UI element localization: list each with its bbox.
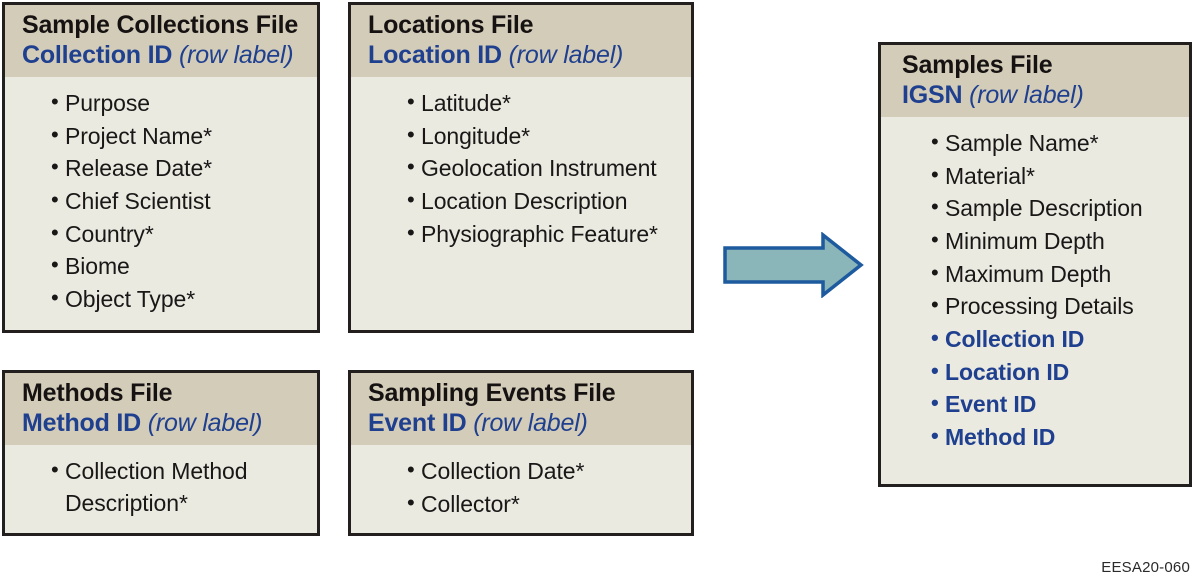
file-box-rowlabel: (row label) [473, 408, 588, 437]
field-list: Collection Date* Collector* [359, 454, 683, 521]
file-box-title: Samples File [902, 51, 1053, 79]
file-box-sampling-events: Sampling Events File Event ID (row label… [348, 370, 694, 536]
file-box-key: Collection ID [22, 40, 173, 69]
file-box-rowlabel: (row label) [969, 80, 1084, 109]
field-item-foreign-key: Location ID [931, 355, 1181, 389]
file-box-subtitle: Method ID (row label) [22, 409, 317, 439]
field-item: Latitude* [407, 86, 683, 120]
field-item: Collection Date* [407, 454, 683, 488]
field-list: Purpose Project Name* Release Date* Chie… [13, 86, 309, 316]
file-box-key: IGSN [902, 80, 963, 109]
field-item: Chief Scientist [51, 184, 309, 218]
field-list: Latitude* Longitude* Geolocation Instrum… [359, 86, 683, 251]
file-box-title: Methods File [22, 379, 173, 407]
field-item: Release Date* [51, 151, 309, 185]
file-box-title: Sample Collections File [22, 11, 299, 39]
field-item: Geolocation Instrument [407, 151, 683, 185]
field-item: Purpose [51, 86, 309, 120]
file-box-header: Samples File IGSN (row label) [881, 45, 1189, 117]
file-box-methods: Methods File Method ID (row label) Colle… [2, 370, 320, 536]
field-item-foreign-key: Method ID [931, 420, 1181, 454]
file-box-rowlabel: (row label) [508, 40, 624, 69]
field-item: Maximum Depth [931, 257, 1181, 291]
field-item: Sample Description [931, 191, 1181, 225]
file-box-body: Latitude* Longitude* Geolocation Instrum… [351, 77, 691, 258]
field-item: Longitude* [407, 119, 683, 153]
file-box-title: Sampling Events File [368, 379, 616, 407]
file-box-key: Method ID [22, 408, 142, 437]
field-list: Sample Name* Material* Sample Descriptio… [889, 126, 1181, 454]
field-item: Physiographic Feature* [407, 217, 683, 251]
file-box-key: Location ID [368, 40, 502, 69]
field-item: Processing Details [931, 289, 1181, 323]
field-item: Collector* [407, 487, 683, 521]
field-item: Project Name* [51, 119, 309, 153]
file-box-subtitle: Collection ID (row label) [22, 41, 317, 71]
file-box-subtitle: Location ID (row label) [368, 41, 691, 71]
field-item: Material* [931, 159, 1181, 193]
field-item: Object Type* [51, 282, 309, 316]
field-list: Collection Method Description* [13, 454, 309, 519]
file-box-samples: Samples File IGSN (row label) Sample Nam… [878, 42, 1192, 487]
file-box-locations: Locations File Location ID (row label) L… [348, 2, 694, 333]
file-box-rowlabel: (row label) [178, 40, 294, 69]
diagram-canvas: Sample Collections File Collection ID (r… [0, 0, 1200, 584]
file-box-header: Sampling Events File Event ID (row label… [351, 373, 691, 445]
field-item: Minimum Depth [931, 224, 1181, 258]
file-box-header: Sample Collections File Collection ID (r… [5, 5, 317, 77]
file-box-title: Locations File [368, 11, 534, 39]
file-box-subtitle: Event ID (row label) [368, 409, 691, 439]
field-item: Sample Name* [931, 126, 1181, 160]
field-item: Collection Method Description* [51, 454, 305, 519]
file-box-body: Collection Date* Collector* [351, 445, 691, 528]
file-box-body: Collection Method Description* [5, 445, 317, 527]
field-item-foreign-key: Event ID [931, 387, 1181, 421]
flow-arrow-right-icon [722, 231, 864, 299]
field-item: Country* [51, 217, 309, 251]
file-box-subtitle: IGSN (row label) [902, 81, 1189, 111]
file-box-key: Event ID [368, 408, 467, 437]
file-box-sample-collections: Sample Collections File Collection ID (r… [2, 2, 320, 333]
field-item: Biome [51, 249, 309, 283]
field-item-foreign-key: Collection ID [931, 322, 1181, 356]
file-box-rowlabel: (row label) [147, 408, 263, 437]
figure-code: EESA20-060 [1101, 559, 1190, 576]
field-item: Location Description [407, 184, 683, 218]
file-box-header: Locations File Location ID (row label) [351, 5, 691, 77]
file-box-body: Purpose Project Name* Release Date* Chie… [5, 77, 317, 324]
file-box-header: Methods File Method ID (row label) [5, 373, 317, 445]
file-box-body: Sample Name* Material* Sample Descriptio… [881, 117, 1189, 462]
